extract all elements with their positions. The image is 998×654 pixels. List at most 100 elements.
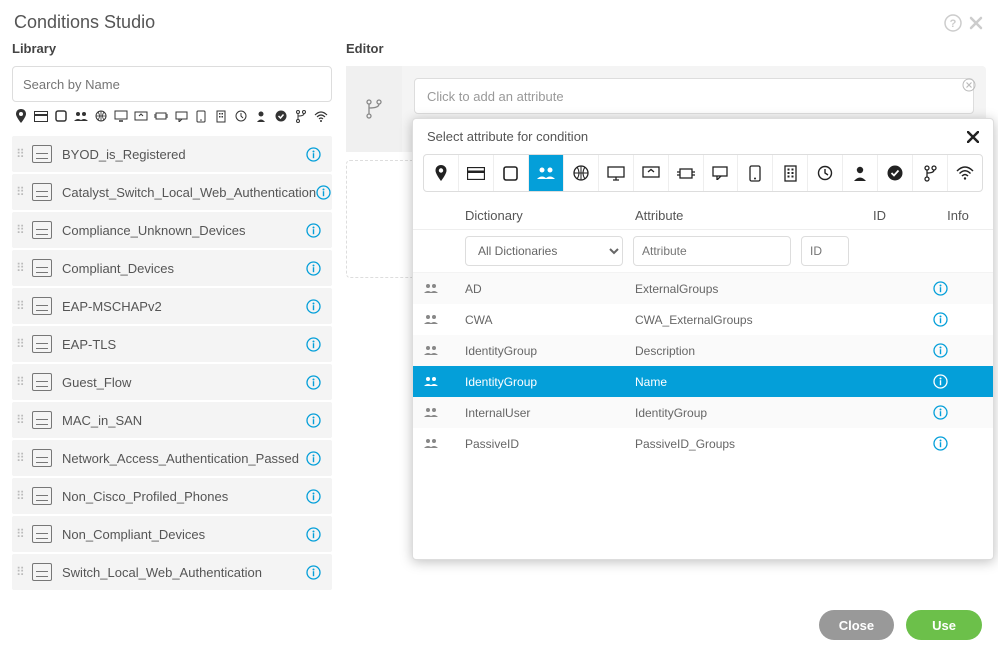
group-icon[interactable] xyxy=(72,108,90,124)
row-attribute: ExternalGroups xyxy=(635,282,873,296)
info-icon[interactable] xyxy=(306,337,324,352)
help-icon[interactable]: ? xyxy=(944,14,962,32)
info-icon[interactable] xyxy=(933,405,983,420)
drag-handle-icon[interactable]: ⠿ xyxy=(16,147,32,161)
filter-chip-icon[interactable] xyxy=(669,155,704,191)
filter-globe-icon[interactable] xyxy=(564,155,599,191)
globe-icon[interactable] xyxy=(92,108,110,124)
building-icon[interactable] xyxy=(212,108,230,124)
drag-handle-icon[interactable]: ⠿ xyxy=(16,261,32,275)
attribute-row[interactable]: IdentityGroup Description xyxy=(413,335,993,366)
drag-handle-icon[interactable]: ⠿ xyxy=(16,565,32,579)
info-icon[interactable] xyxy=(933,343,983,358)
pin-icon[interactable] xyxy=(12,108,30,124)
info-icon[interactable] xyxy=(306,527,324,542)
attribute-row[interactable]: CWA CWA_ExternalGroups xyxy=(413,304,993,335)
filter-branch-icon[interactable] xyxy=(913,155,948,191)
attribute-row[interactable]: PassiveID PassiveID_Groups xyxy=(413,428,993,459)
library-item[interactable]: ⠿ Guest_Flow xyxy=(12,364,332,400)
info-icon[interactable] xyxy=(306,489,324,504)
drag-handle-icon[interactable]: ⠿ xyxy=(16,337,32,351)
search-input[interactable] xyxy=(12,66,332,102)
msg-icon[interactable] xyxy=(172,108,190,124)
attribute-filter-input[interactable] xyxy=(633,236,791,266)
library-item[interactable]: ⠿ Non_Cisco_Profiled_Phones xyxy=(12,478,332,514)
filter-user-icon[interactable] xyxy=(843,155,878,191)
info-icon[interactable] xyxy=(316,185,331,200)
filter-building-icon[interactable] xyxy=(773,155,808,191)
filter-present-icon[interactable] xyxy=(634,155,669,191)
info-icon[interactable] xyxy=(306,565,324,580)
filter-device-icon[interactable] xyxy=(738,155,773,191)
attribute-row[interactable]: InternalUser IdentityGroup xyxy=(413,397,993,428)
drag-handle-icon[interactable]: ⠿ xyxy=(16,375,32,389)
library-item[interactable]: ⠿ Catalyst_Switch_Local_Web_Authenticati… xyxy=(12,174,332,210)
drag-handle-icon[interactable]: ⠿ xyxy=(16,489,32,503)
condition-icon xyxy=(32,335,52,353)
filter-pin-icon[interactable] xyxy=(424,155,459,191)
attribute-input[interactable]: Click to add an attribute xyxy=(414,78,974,114)
info-icon[interactable] xyxy=(306,413,324,428)
attribute-row[interactable]: AD ExternalGroups xyxy=(413,273,993,304)
square-icon[interactable] xyxy=(52,108,70,124)
filter-clock-icon[interactable] xyxy=(808,155,843,191)
clear-attribute-icon[interactable] xyxy=(962,78,976,92)
popup-close-icon[interactable] xyxy=(967,131,979,143)
library-item[interactable]: ⠿ MAC_in_SAN xyxy=(12,402,332,438)
dictionary-filter-select[interactable]: All Dictionaries xyxy=(465,236,623,266)
clock-icon[interactable] xyxy=(232,108,250,124)
condition-icon xyxy=(32,525,52,543)
filter-monitor-icon[interactable] xyxy=(599,155,634,191)
info-icon[interactable] xyxy=(933,436,983,451)
library-item[interactable]: ⠿ Network_Access_Authentication_Passed xyxy=(12,440,332,476)
drag-handle-icon[interactable]: ⠿ xyxy=(16,527,32,541)
filter-square-icon[interactable] xyxy=(494,155,529,191)
condition-icon xyxy=(32,563,52,581)
use-button[interactable]: Use xyxy=(906,610,982,640)
close-icon[interactable] xyxy=(968,15,984,31)
drag-handle-icon[interactable]: ⠿ xyxy=(16,185,32,199)
info-icon[interactable] xyxy=(306,261,324,276)
filter-wifi-icon[interactable] xyxy=(948,155,982,191)
library-item[interactable]: ⠿ EAP-MSCHAPv2 xyxy=(12,288,332,324)
library-item[interactable]: ⠿ BYOD_is_Registered xyxy=(12,136,332,172)
present-icon[interactable] xyxy=(132,108,150,124)
library-item[interactable]: ⠿ Switch_Local_Web_Authentication xyxy=(12,554,332,590)
library-item[interactable]: ⠿ Non_Compliant_Devices xyxy=(12,516,332,552)
id-filter-input[interactable] xyxy=(801,236,849,266)
info-icon[interactable] xyxy=(306,375,324,390)
check-icon[interactable] xyxy=(272,108,290,124)
info-icon[interactable] xyxy=(306,223,324,238)
library-item[interactable]: ⠿ EAP-TLS xyxy=(12,326,332,362)
filter-msg-icon[interactable] xyxy=(704,155,739,191)
info-icon[interactable] xyxy=(306,451,324,466)
filter-group-icon[interactable] xyxy=(529,155,564,191)
info-icon[interactable] xyxy=(933,281,983,296)
info-icon[interactable] xyxy=(306,147,324,162)
card-icon[interactable] xyxy=(32,108,50,124)
monitor-icon[interactable] xyxy=(112,108,130,124)
filter-card-icon[interactable] xyxy=(459,155,494,191)
library-item[interactable]: ⠿ Compliant_Devices xyxy=(12,250,332,286)
drag-handle-icon[interactable]: ⠿ xyxy=(16,223,32,237)
condition-icon xyxy=(32,487,52,505)
filter-check-icon[interactable] xyxy=(878,155,913,191)
drag-handle-icon[interactable]: ⠿ xyxy=(16,413,32,427)
close-button[interactable]: Close xyxy=(819,610,894,640)
chip-icon[interactable] xyxy=(152,108,170,124)
wifi-icon[interactable] xyxy=(312,108,330,124)
row-attribute: PassiveID_Groups xyxy=(635,437,873,451)
attribute-row[interactable]: IdentityGroup Name xyxy=(413,366,993,397)
device-icon[interactable] xyxy=(192,108,210,124)
info-icon[interactable] xyxy=(933,312,983,327)
user-icon[interactable] xyxy=(252,108,270,124)
drag-handle-icon[interactable]: ⠿ xyxy=(16,451,32,465)
library-item[interactable]: ⠿ Compliance_Unknown_Devices xyxy=(12,212,332,248)
drag-handle-icon[interactable]: ⠿ xyxy=(16,299,32,313)
row-dictionary: IdentityGroup xyxy=(465,344,635,358)
branch-icon[interactable] xyxy=(292,108,310,124)
group-icon xyxy=(423,345,465,356)
info-icon[interactable] xyxy=(933,374,983,389)
library-item-label: Network_Access_Authentication_Passed xyxy=(62,451,306,466)
info-icon[interactable] xyxy=(306,299,324,314)
